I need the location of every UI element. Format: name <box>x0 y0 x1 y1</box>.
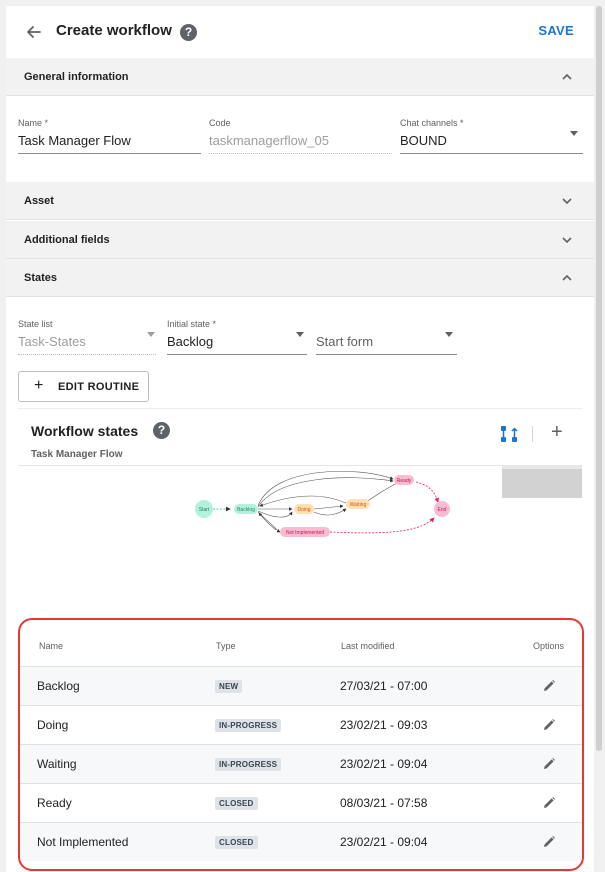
code-field: taskmanagerflow_05 <box>209 133 329 148</box>
state-name: Doing <box>37 718 69 732</box>
chevron-up-icon <box>562 274 572 281</box>
toolbar-divider <box>532 426 533 442</box>
node-end-label: End <box>438 507 447 513</box>
code-field-label: Code <box>209 118 231 128</box>
chat-channels-label: Chat channels * <box>400 118 464 128</box>
workflow-states-card: Workflow states ? Task Manager Flow + St… <box>18 408 582 608</box>
start-form-underline <box>316 354 457 355</box>
save-button[interactable]: SAVE <box>538 23 574 38</box>
edit-pencil-icon[interactable] <box>542 835 556 849</box>
state-last-modified: 23/02/21 - 09:03 <box>340 718 428 732</box>
edit-pencil-icon[interactable] <box>542 757 556 771</box>
section-title: General information <box>24 71 129 83</box>
edit-routine-label: EDIT ROUTINE <box>58 381 140 393</box>
state-type-badge: CLOSED <box>215 836 258 849</box>
state-name: Waiting <box>37 757 77 771</box>
initial-state-underline <box>167 354 307 355</box>
edit-routine-button[interactable]: + EDIT ROUTINE <box>18 371 149 402</box>
column-header-options: Options <box>533 641 565 651</box>
node-start-label: Start <box>199 507 210 513</box>
chevron-up-icon <box>562 73 572 80</box>
section-asset[interactable]: Asset <box>6 182 594 220</box>
edit-pencil-icon[interactable] <box>542 796 556 810</box>
state-list-underline <box>18 354 156 355</box>
edit-pencil-icon[interactable] <box>542 718 556 732</box>
state-type-badge: IN-PROGRESS <box>215 758 282 771</box>
chat-channels-select[interactable]: BOUND <box>400 133 447 148</box>
name-field-label: Name * <box>18 118 49 128</box>
workflow-name: Task Manager Flow <box>31 449 123 460</box>
section-general-information[interactable]: General information <box>6 58 594 96</box>
section-title: Asset <box>24 195 54 207</box>
scrollbar[interactable] <box>596 6 602 751</box>
add-state-icon[interactable]: + <box>551 421 563 444</box>
start-form-select[interactable]: Start form <box>316 334 373 349</box>
table-row[interactable]: Not Implemented CLOSED 23/02/21 - 09:04 <box>20 822 582 861</box>
table-row[interactable]: Waiting IN-PROGRESS 23/02/21 - 09:04 <box>20 744 582 783</box>
app-header: Create workflow ? SAVE <box>6 6 594 58</box>
name-field-underline <box>18 153 201 154</box>
edit-pencil-icon[interactable] <box>542 679 556 693</box>
state-type-badge: CLOSED <box>215 797 258 810</box>
help-icon[interactable]: ? <box>153 422 170 439</box>
table-row[interactable]: Backlog NEW 27/03/21 - 07:00 <box>20 666 582 705</box>
dropdown-caret-icon[interactable] <box>445 332 453 337</box>
section-title: States <box>24 272 58 284</box>
chat-channels-underline <box>400 153 583 154</box>
node-waiting-label: Waiting <box>350 502 367 508</box>
workflow-diagram[interactable]: Start Backlog Doing Waiting Ready End No… <box>18 466 498 606</box>
state-last-modified: 23/02/21 - 09:04 <box>340 757 428 771</box>
dropdown-caret-icon <box>147 332 155 337</box>
node-ready-label: Ready <box>397 478 412 484</box>
section-additional-fields[interactable]: Additional fields <box>6 221 594 259</box>
state-last-modified: 27/03/21 - 07:00 <box>340 679 428 693</box>
state-type-badge: IN-PROGRESS <box>215 719 282 732</box>
code-field-underline <box>209 153 392 154</box>
workflow-states-title: Workflow states <box>31 423 139 439</box>
table-row[interactable]: Doing IN-PROGRESS 23/02/21 - 09:03 <box>20 705 582 744</box>
initial-state-select[interactable]: Backlog <box>167 334 213 349</box>
state-last-modified: 08/03/21 - 07:58 <box>340 796 428 810</box>
initial-state-label: Initial state * <box>167 319 217 329</box>
dropdown-caret-icon[interactable] <box>570 131 578 136</box>
section-title: Additional fields <box>24 234 110 246</box>
name-field[interactable]: Task Manager Flow <box>18 133 131 148</box>
page-title: Create workflow <box>56 22 172 39</box>
node-backlog-label: Backlog <box>237 507 255 513</box>
chevron-down-icon <box>562 237 572 244</box>
state-type-badge: NEW <box>215 680 243 693</box>
diagram-minimap[interactable] <box>502 466 582 498</box>
state-name: Backlog <box>37 679 80 693</box>
plus-icon: + <box>34 377 44 394</box>
column-header-last-modified: Last modified <box>341 641 395 651</box>
help-icon[interactable]: ? <box>180 24 197 41</box>
back-arrow-icon[interactable] <box>24 22 44 42</box>
column-header-type: Type <box>216 641 236 651</box>
table-row[interactable]: Ready CLOSED 08/03/21 - 07:58 <box>20 783 582 822</box>
state-list-label: State list <box>18 319 53 329</box>
chevron-down-icon <box>562 198 572 205</box>
diagram-layout-icon[interactable] <box>500 425 518 443</box>
state-name: Ready <box>37 796 72 810</box>
workflow-editor-panel: Create workflow ? SAVE General informati… <box>6 6 594 872</box>
state-list-select: Task-States <box>18 334 86 349</box>
column-header-name: Name <box>39 641 64 651</box>
dropdown-caret-icon[interactable] <box>296 332 304 337</box>
node-not-implemented-label: Not Implemented <box>286 530 324 536</box>
state-last-modified: 23/02/21 - 09:04 <box>340 835 428 849</box>
section-states[interactable]: States <box>6 259 594 297</box>
node-doing-label: Doing <box>297 507 310 513</box>
state-name: Not Implemented <box>37 835 129 849</box>
table-header: Name Type Last modified Options <box>20 620 582 666</box>
states-table: Name Type Last modified Options Backlog N… <box>18 618 584 871</box>
